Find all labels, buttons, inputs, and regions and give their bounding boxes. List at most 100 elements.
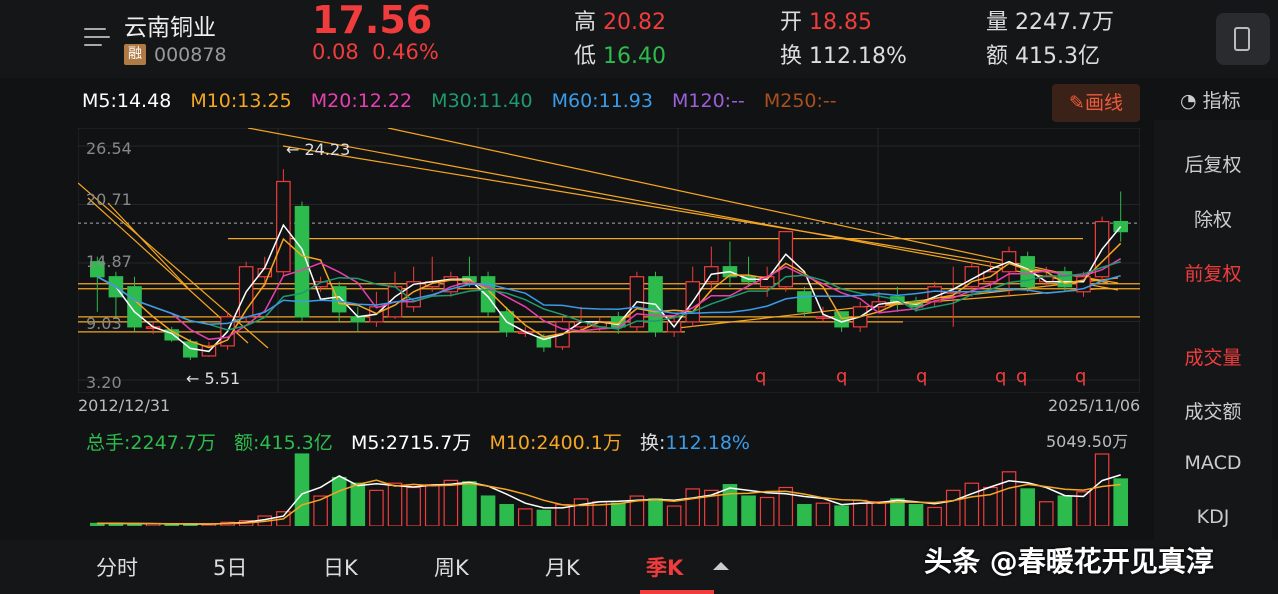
date-end: 2025/11/06 [1048, 396, 1141, 415]
high-quote: 高 20.82 [574, 10, 666, 35]
volume-svg [90, 453, 1128, 527]
price-change-pct: 0.46% [372, 40, 439, 64]
ma10-label: M10:13.25 [190, 90, 292, 112]
volume-bar-42 [871, 501, 887, 527]
volume-bar-24 [536, 509, 552, 527]
tab-weekly[interactable]: 周K [434, 552, 469, 582]
ma120-label: M120:-- [672, 90, 745, 112]
ma30-label: M30:11.40 [431, 90, 533, 112]
volume-bar-46 [945, 489, 961, 527]
ma250-label: M250:-- [763, 90, 837, 112]
tab-quarterly[interactable]: 季K [646, 552, 683, 582]
volume-bar-39 [815, 502, 831, 527]
open-quote: 开 18.85 [780, 10, 872, 35]
q-marker-2[interactable]: q [836, 366, 847, 387]
menu-icon[interactable] [84, 26, 110, 48]
low-quote: 低 16.40 [574, 44, 666, 69]
rp-forward-adjust[interactable]: 前复权 [1154, 259, 1272, 286]
volume-bar-47 [964, 482, 980, 527]
drawn-trendline-1 [282, 145, 1119, 284]
tab-active-indicator [640, 590, 714, 594]
volume-bar-50 [1020, 488, 1035, 527]
volume-bar-22 [499, 504, 514, 527]
volume-bar-44 [908, 504, 924, 527]
q-marker-3[interactable]: q [916, 366, 927, 387]
volume-bar-30 [648, 498, 663, 527]
volume-bar-14 [350, 482, 366, 527]
volume-bar-15 [369, 489, 384, 527]
rp-macd[interactable]: MACD [1154, 452, 1272, 474]
vol-max-label: 5049.50万 [1046, 432, 1129, 451]
current-price: 17.56 [312, 0, 433, 42]
amount-quote: 额 415.3亿 [986, 44, 1100, 69]
volume-bar-31 [666, 505, 682, 527]
rp-back-adjust[interactable]: 后复权 [1154, 150, 1272, 177]
volume-bar-40 [834, 505, 849, 527]
volume-bar-28 [611, 502, 626, 527]
stock-code: 000878 [154, 44, 227, 66]
expand-up-icon[interactable] [713, 562, 729, 570]
q-marker-4[interactable]: q [995, 366, 1006, 387]
volume-bar-19 [443, 479, 459, 527]
volume-bar-17 [406, 486, 421, 527]
volume-bar-23 [517, 508, 533, 527]
q-marker-5[interactable]: q [1016, 366, 1027, 387]
ma-legend: M5:14.48 M10:13.25 M20:12.22 M30:11.40 M… [82, 90, 850, 112]
rp-kdj[interactable]: KDJ [1154, 506, 1272, 528]
volume-bar-26 [573, 498, 589, 527]
turnover-quote: 换 112.18% [780, 44, 907, 69]
volume-bar-34 [722, 484, 738, 527]
y-label-4: 9.03 [86, 314, 122, 333]
drawn-trendline-0 [247, 127, 1119, 291]
volume-bar-35 [741, 495, 756, 527]
volume-bar-54 [1094, 453, 1110, 527]
tab-intraday[interactable]: 分时 [96, 552, 138, 582]
volume-bar-11 [294, 453, 310, 527]
stock-name: 云南铜业 [124, 15, 216, 41]
tab-5day[interactable]: 5日 [213, 552, 247, 582]
drawn-trendline-5 [107, 202, 189, 289]
kline-chart[interactable] [77, 127, 1141, 394]
q-marker-6[interactable]: q [1075, 366, 1086, 387]
volume-bar-32 [685, 488, 701, 527]
rp-ex-right[interactable]: 除权 [1154, 205, 1272, 232]
drawn-trendline-2 [387, 127, 1109, 284]
candle-body-39 [815, 316, 831, 319]
right-panel [1154, 120, 1272, 540]
price-change: 0.08 0.46% [312, 40, 439, 64]
volume-chart[interactable] [78, 450, 1140, 527]
volume-bar-38 [797, 504, 812, 527]
margin-badge: 融 [124, 44, 146, 65]
candle-body-2 [127, 286, 142, 328]
volume-bar-49 [1001, 471, 1017, 527]
draw-line-button[interactable]: ✎画线 [1052, 84, 1140, 122]
indicator-button[interactable]: ◔ 指标 [1180, 86, 1241, 113]
volume-bar-21 [480, 495, 496, 527]
rp-volume[interactable]: 成交量 [1154, 343, 1272, 370]
tab-daily[interactable]: 日K [323, 552, 358, 582]
volume-quote: 量 2247.7万 [986, 10, 1114, 35]
volume-bar-13 [331, 476, 347, 527]
volume-bar-36 [759, 496, 775, 527]
pencil-icon: ✎ [1069, 92, 1085, 114]
y-label-5: 3.20 [86, 373, 122, 392]
volume-bar-16 [387, 482, 403, 527]
watermark: 头条 @春暖花开见真淳 [924, 545, 1214, 578]
y-label-1: 26.54 [86, 139, 132, 158]
phone-rotate-icon [1234, 27, 1250, 51]
volume-bar-18 [424, 484, 440, 527]
rp-amount[interactable]: 成交额 [1154, 397, 1272, 424]
volume-bar-20 [462, 481, 477, 527]
candle-body-38 [797, 291, 812, 313]
low-annotation: ← 5.51 [186, 369, 241, 388]
tab-monthly[interactable]: 月K [545, 552, 580, 582]
gauge-icon: ◔ [1180, 90, 1197, 112]
date-start: 2012/12/31 [78, 396, 171, 415]
y-label-2: 20.71 [86, 190, 132, 209]
q-marker-1[interactable]: q [755, 366, 766, 387]
candle-body-13 [331, 286, 347, 313]
ma20-label: M20:12.22 [310, 90, 413, 112]
kline-svg [77, 127, 1141, 394]
high-annotation: ← 24.23 [286, 140, 351, 159]
candle-body-14 [350, 316, 366, 323]
